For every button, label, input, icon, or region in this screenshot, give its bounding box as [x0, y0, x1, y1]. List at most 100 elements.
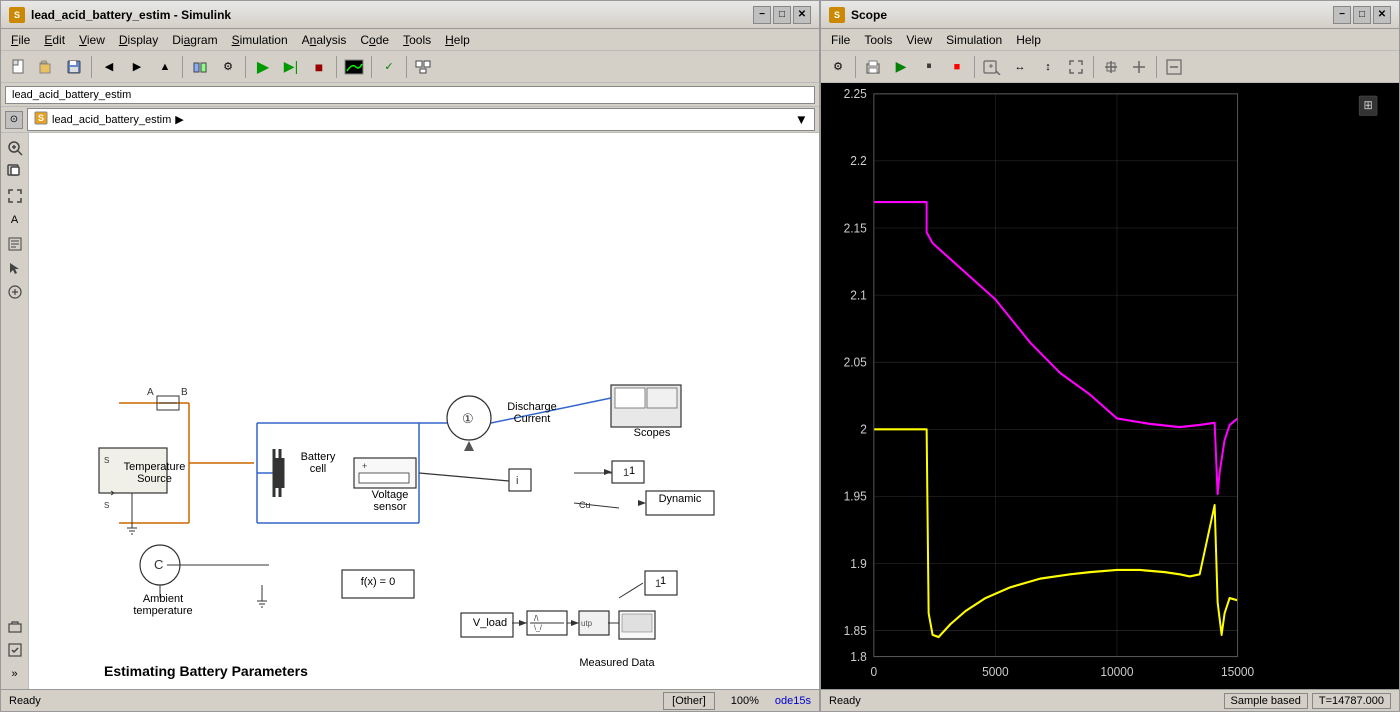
format-tool[interactable] [4, 281, 26, 303]
scope-menu-help[interactable]: Help [1010, 31, 1047, 49]
breadcrumb-arrow: ▶ [175, 113, 183, 126]
ambient-temp-label: Ambienttemperature [124, 593, 202, 617]
run-button[interactable]: ▶ [250, 54, 276, 80]
settings-button[interactable]: ⚙ [215, 54, 241, 80]
scope-zoom-x[interactable]: ↔ [1007, 54, 1033, 80]
bottom-tool-arrow[interactable]: » [4, 663, 26, 685]
scope-maximize-button[interactable]: □ [1353, 6, 1371, 24]
dynamic-label: Dynamic [646, 493, 714, 505]
check-button[interactable]: ✓ [376, 54, 402, 80]
toolbar-sep-1 [91, 56, 92, 78]
port-tool[interactable]: A [4, 209, 26, 231]
scope-save-view[interactable] [1098, 54, 1124, 80]
link-initial[interactable]: Initial [218, 688, 246, 689]
wiring-diagram: A B S S [29, 133, 819, 689]
scope-zoom-in[interactable] [979, 54, 1005, 80]
scope-fit-view[interactable] [1063, 54, 1089, 80]
svg-text:2.15: 2.15 [844, 221, 867, 236]
save-button[interactable] [61, 54, 87, 80]
discharge-current-label: DischargeCurrent [497, 401, 567, 425]
svg-text:1.85: 1.85 [844, 623, 867, 638]
scope-button[interactable] [341, 54, 367, 80]
scope-plot-area[interactable]: 2.25 2.2 2.15 2.1 2.05 2 1.95 1.9 1.85 1… [821, 83, 1399, 689]
other-button[interactable]: [Other] [663, 692, 715, 710]
scope-icon: S [829, 7, 845, 23]
scope-zoom-y[interactable]: ↕ [1035, 54, 1061, 80]
svg-text:i: i [516, 475, 518, 487]
scope-menu-tools[interactable]: Tools [858, 31, 898, 49]
scope-minimize-button[interactable]: − [1333, 6, 1351, 24]
scope-sample-based: Sample based [1224, 693, 1308, 709]
menu-edit[interactable]: Edit [38, 31, 71, 49]
zoom-out-tool[interactable] [4, 161, 26, 183]
svg-text:5000: 5000 [982, 665, 1009, 680]
simulink-menubar: File Edit View Display Diagram Simulatio… [1, 29, 819, 51]
svg-text:B: B [181, 387, 188, 398]
forward-button[interactable]: ▶ [124, 54, 150, 80]
temp-source-label: TemperatureSource [117, 461, 192, 485]
breadcrumb-icon: S [34, 111, 48, 128]
menu-analysis[interactable]: Analysis [296, 31, 353, 49]
svg-text:A: A [147, 387, 154, 398]
scope-cursor[interactable] [1126, 54, 1152, 80]
svg-text:1: 1 [623, 467, 629, 479]
menu-view[interactable]: View [73, 31, 111, 49]
simulink-titlebar: S lead_acid_battery_estim - Simulink − □… [1, 1, 819, 29]
status-ready: Ready [9, 695, 41, 707]
menu-display[interactable]: Display [113, 31, 164, 49]
scope-menu-file[interactable]: File [825, 31, 856, 49]
scope-run-button[interactable]: ▶ [888, 54, 914, 80]
address-text[interactable]: lead_acid_battery_estim [5, 86, 815, 104]
menu-file[interactable]: File [5, 31, 36, 49]
menu-diagram[interactable]: Diagram [166, 31, 223, 49]
scope-plot-svg: 2.25 2.2 2.15 2.1 2.05 2 1.95 1.9 1.85 1… [821, 83, 1399, 689]
svg-text:10000: 10000 [1100, 665, 1133, 680]
blocks-button[interactable] [411, 54, 437, 80]
link-tuned[interactable]: Tuned [253, 688, 287, 689]
fit-tool[interactable] [4, 185, 26, 207]
up-button[interactable]: ▲ [152, 54, 178, 80]
zoom-in-tool[interactable] [4, 137, 26, 159]
new-button[interactable] [5, 54, 31, 80]
svg-text:15000: 15000 [1221, 665, 1254, 680]
zoom-level: 100% [731, 695, 759, 707]
library-button[interactable] [187, 54, 213, 80]
minimize-button[interactable]: − [753, 6, 771, 24]
svg-text:1: 1 [655, 578, 661, 590]
menu-help[interactable]: Help [439, 31, 476, 49]
svg-text:①: ① [462, 411, 474, 426]
scope-pause-button[interactable]: ⏸ [916, 54, 942, 80]
solver-display: ode15s [775, 695, 811, 707]
scope-sep-2 [974, 56, 975, 78]
breadcrumb-dropdown[interactable]: ▼ [795, 112, 808, 127]
open-button[interactable] [33, 54, 59, 80]
nav-home[interactable]: ⊙ [5, 111, 23, 129]
maximize-button[interactable]: □ [773, 6, 791, 24]
vload-label: V_load [464, 617, 516, 629]
address-bar: lead_acid_battery_estim [1, 83, 819, 107]
menu-tools[interactable]: Tools [397, 31, 437, 49]
scope-stop-button[interactable]: ■ [944, 54, 970, 80]
window-controls: − □ ✕ [753, 6, 811, 24]
scope-close-button[interactable]: ✕ [1373, 6, 1391, 24]
f-eq-label: f(x) = 0 [344, 576, 412, 588]
svg-text:1.9: 1.9 [850, 556, 867, 571]
scope-menu-view[interactable]: View [900, 31, 938, 49]
step-button[interactable]: ▶| [278, 54, 304, 80]
scope-menu-simulation[interactable]: Simulation [940, 31, 1008, 49]
scope-settings-button[interactable]: ⚙ [825, 54, 851, 80]
svg-text:Cu: Cu [579, 500, 591, 510]
bottom-tool-2[interactable] [4, 639, 26, 661]
bottom-tool-1[interactable] [4, 615, 26, 637]
scope-tool-extra[interactable] [1161, 54, 1187, 80]
back-button[interactable]: ◀ [96, 54, 122, 80]
select-tool[interactable] [4, 257, 26, 279]
menu-code[interactable]: Code [354, 31, 395, 49]
stop-button[interactable]: ■ [306, 54, 332, 80]
scope-status-right: Sample based T=14787.000 [1224, 693, 1391, 709]
scope-print-button[interactable] [860, 54, 886, 80]
close-button[interactable]: ✕ [793, 6, 811, 24]
canvas-area[interactable]: A B S S [29, 133, 819, 689]
annot-tool[interactable] [4, 233, 26, 255]
menu-simulation[interactable]: Simulation [226, 31, 294, 49]
